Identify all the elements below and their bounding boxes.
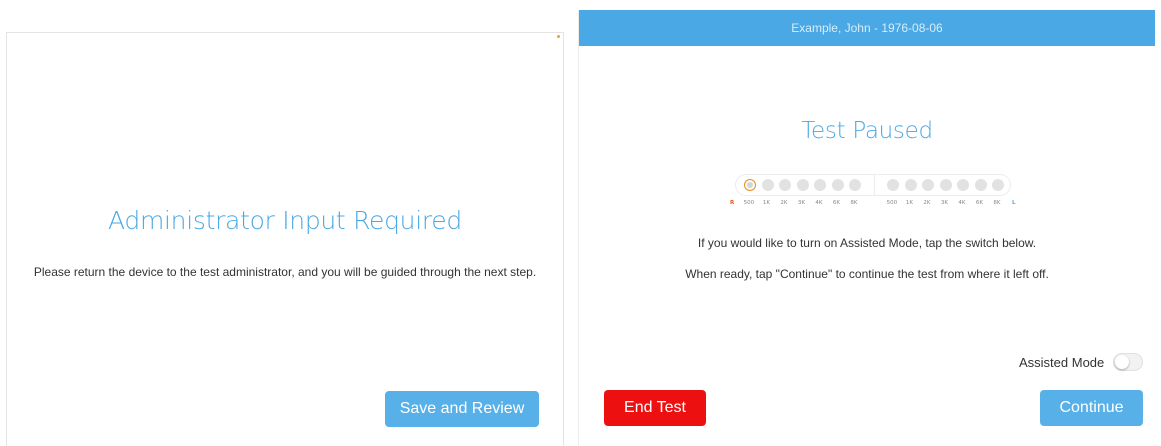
frequency-dot xyxy=(904,179,917,191)
frequency-dot xyxy=(796,179,809,191)
frequency-dot xyxy=(887,179,899,191)
frequency-dot xyxy=(849,179,861,191)
frequency-dot xyxy=(957,179,969,191)
frequency-dot xyxy=(761,179,774,191)
frequency-label: 500 xyxy=(743,200,755,206)
frequency-dot xyxy=(992,179,1004,191)
save-and-review-button[interactable]: Save and Review xyxy=(385,391,539,427)
test-paused-screen: Example, John - 1976-08-06 Test Paused I… xyxy=(578,10,1155,446)
frequency-label: 6K xyxy=(975,200,983,206)
assisted-mode-instruction: If you would like to turn on Assisted Mo… xyxy=(697,236,1037,250)
toggle-knob xyxy=(1115,355,1129,369)
instruction-message: Please return the device to the test adm… xyxy=(33,265,537,279)
frequency-label: 3K xyxy=(940,200,948,206)
frequency-dot xyxy=(779,179,791,191)
frequency-label: 4K xyxy=(815,200,823,206)
frequency-label: 500 xyxy=(886,200,898,206)
patient-header: Example, John - 1976-08-06 xyxy=(579,10,1155,46)
frequency-dot xyxy=(814,179,826,191)
administrator-screen: Administrator Input Required Please retu… xyxy=(6,32,564,446)
end-test-button[interactable]: End Test xyxy=(604,390,706,426)
frequency-label: 1K xyxy=(762,200,770,206)
frequency-label: 8K xyxy=(993,200,1001,206)
continue-button[interactable]: Continue xyxy=(1040,390,1143,426)
frequency-label: 2K xyxy=(780,200,788,206)
frequency-dot xyxy=(974,179,987,191)
frequency-label: 2K xyxy=(923,200,931,206)
frequency-label: 6K xyxy=(832,200,840,206)
continue-instruction: When ready, tap "Continue" to continue t… xyxy=(685,267,1049,281)
frequency-label: 1K xyxy=(905,200,913,206)
ear-divider xyxy=(874,175,875,195)
frequency-dot xyxy=(831,179,844,191)
frequency-dot xyxy=(922,179,934,191)
status-dot xyxy=(557,35,560,38)
assisted-mode-label: Assisted Mode xyxy=(1019,355,1105,370)
frequency-label: 3K xyxy=(797,200,805,206)
page-title: Administrator Input Required xyxy=(108,206,462,235)
frequency-dot xyxy=(744,179,756,191)
frequency-label: 4K xyxy=(958,200,966,206)
right-ear-label: R xyxy=(730,200,735,206)
page-title: Test Paused xyxy=(801,118,933,144)
frequency-label: 8K xyxy=(850,200,858,206)
test-progress-track xyxy=(735,174,1011,196)
assisted-mode-toggle[interactable] xyxy=(1113,353,1143,371)
frequency-dot xyxy=(939,179,952,191)
left-ear-label: L xyxy=(1012,200,1016,206)
